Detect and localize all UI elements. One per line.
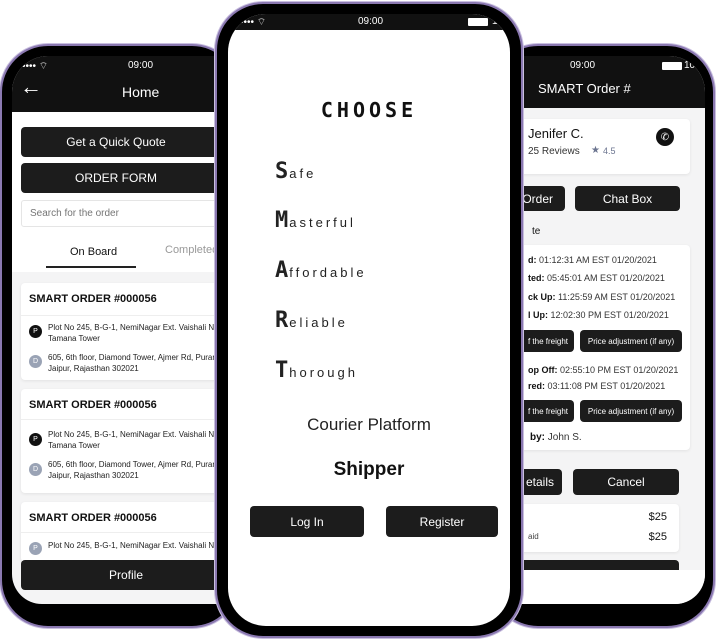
home-screen: •••• ⌔ 09:00 ← Home Get a Quick Quote OR… — [12, 56, 240, 604]
landing-screen: •••• ⌔ 09:00 10 CHOOSE Safe Masterful Af… — [228, 14, 510, 626]
drop-address-line2: Jaipur, Rajasthan 302021 — [48, 364, 139, 373]
status-time: 09:00 — [128, 60, 154, 71]
pickup-address: Plot No 245, B-G-1, NemiNagar Ext. Vaish… — [48, 323, 228, 332]
order-title: SMART ORDER #000056 — [29, 293, 157, 305]
page-title: SMART Order # — [538, 81, 631, 96]
reviews-count: 25 Reviews — [528, 146, 580, 157]
chat-box-button[interactable]: Chat Box — [575, 186, 680, 211]
drop-address: 605, 6th floor, Diamond Tower, Ajmer Rd,… — [48, 353, 227, 362]
landing-phone: •••• ⌔ 09:00 10 CHOOSE Safe Masterful Af… — [215, 2, 523, 638]
driver-name: Jenifer C. — [528, 126, 584, 141]
status-time: 09:00 — [570, 60, 596, 71]
delivered-by: by: John S. — [530, 432, 582, 443]
signal-icon: •••• ⌔ — [240, 17, 267, 28]
role-title: Shipper — [333, 459, 405, 480]
back-arrow-icon[interactable]: ← — [20, 74, 42, 100]
tab-on-board[interactable]: On Board — [70, 246, 117, 258]
timeline-entry: d: 01:12:31 AM EST 01/20/2021 — [528, 255, 657, 265]
timeline-entry: l Up: 12:02:30 PM EST 01/20/2021 — [528, 310, 669, 320]
order-title: SMART ORDER #000056 — [29, 399, 157, 411]
order-title: SMART ORDER #000056 — [29, 512, 157, 524]
smart-word-safe: Safe — [275, 159, 317, 184]
drop-marker: D — [29, 355, 42, 368]
drop-address: 605, 6th floor, Diamond Tower, Ajmer Rd,… — [48, 460, 227, 469]
drop-marker: D — [29, 463, 42, 476]
profile-button[interactable]: Profile — [21, 560, 240, 590]
order-phone: 09:00 10 SMART Order # Jenifer C. 25 Rev… — [490, 44, 715, 628]
tagline: Courier Platform — [307, 415, 431, 434]
signal-icon: •••• ⌔ — [22, 61, 49, 72]
timeline-entry: ted: 05:45:01 AM EST 01/20/2021 — [528, 273, 665, 283]
page-title: Home — [122, 84, 160, 100]
order-card[interactable]: SMART ORDER #000056 P Plot No 245, B-G-1… — [21, 502, 240, 562]
pickup-address-line2: Tamana Tower — [48, 334, 100, 343]
quick-quote-button[interactable]: Get a Quick Quote — [21, 127, 240, 157]
order-card[interactable]: SMART ORDER #000056 P Plot No 245, B-G-1… — [21, 389, 240, 493]
search-input[interactable] — [21, 200, 240, 227]
choose-logo: CHOOSE — [320, 98, 418, 122]
section-title: te — [532, 226, 541, 237]
star-icon: ★ — [591, 145, 600, 156]
payment-card: $25 aid $25 — [502, 504, 679, 552]
home-phone: •••• ⌔ 09:00 ← Home Get a Quick Quote OR… — [0, 44, 240, 628]
timeline-entry: red: 03:11:08 PM EST 01/20/2021 — [528, 381, 666, 391]
bottom-button[interactable] — [502, 560, 679, 570]
status-time: 09:00 — [358, 16, 384, 27]
battery-icon — [662, 62, 682, 70]
pickup-address-line2: Tamana Tower — [48, 441, 100, 450]
timeline-card: d: 01:12:31 AM EST 01/20/2021 ted: 05:45… — [502, 245, 690, 450]
pickup-marker: P — [29, 433, 42, 446]
tab-completed[interactable]: Completed — [165, 244, 218, 256]
order-form-button[interactable]: ORDER FORM — [21, 163, 240, 193]
order-screen: 09:00 10 SMART Order # Jenifer C. 25 Rev… — [502, 56, 705, 604]
cancel-button[interactable]: Cancel — [573, 469, 679, 495]
smart-word-masterful: Masterful — [275, 208, 356, 233]
drop-address-line2: Jaipur, Rajasthan 302021 — [48, 471, 139, 480]
smart-word-reliable: Reliable — [275, 308, 348, 333]
order-card[interactable]: SMART ORDER #000056 P Plot No 245, B-G-1… — [21, 283, 240, 380]
amount: $25 — [648, 531, 667, 543]
battery-level: 10 — [684, 60, 696, 71]
pickup-address: Plot No 245, B-G-1, NemiNagar Ext. Vaish… — [48, 541, 228, 550]
timeline-entry: op Off: 02:55:10 PM EST 01/20/2021 — [528, 365, 679, 375]
login-button[interactable]: Log In — [250, 506, 364, 537]
battery-icon — [468, 18, 488, 26]
tab-underline — [46, 266, 136, 268]
pickup-marker: P — [29, 542, 42, 555]
phone-call-icon[interactable]: ✆ — [656, 128, 674, 146]
pickup-address: Plot No 245, B-G-1, NemiNagar Ext. Vaish… — [48, 430, 228, 439]
battery-level: 10 — [492, 16, 504, 27]
price-adjustment-button[interactable]: Price adjustment (if any) — [580, 330, 682, 352]
rating: 4.5 — [603, 146, 616, 156]
driver-card: Jenifer C. 25 Reviews ★ 4.5 ✆ — [502, 119, 690, 174]
timeline-entry: ck Up: 11:25:59 AM EST 01/20/2021 — [528, 292, 676, 302]
price-adjustment-button[interactable]: Price adjustment (if any) — [580, 400, 682, 422]
register-button[interactable]: Register — [386, 506, 498, 537]
pickup-marker: P — [29, 325, 42, 338]
amount: $25 — [648, 511, 667, 523]
smart-word-thorough: Thorough — [275, 358, 358, 383]
smart-word-affordable: Affordable — [275, 258, 367, 283]
amount-label: aid — [528, 532, 539, 541]
